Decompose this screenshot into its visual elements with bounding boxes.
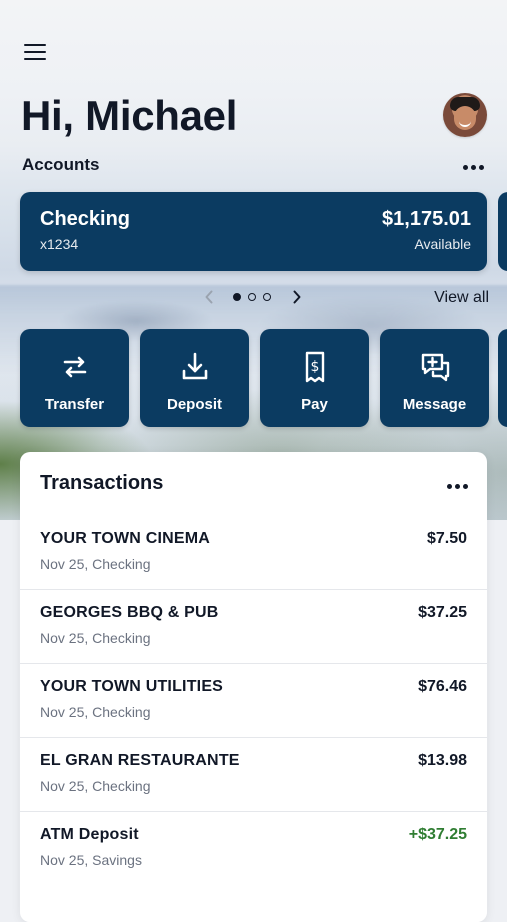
transaction-meta: Nov 25, Checking [40,556,151,572]
transaction-amount: $13.98 [418,752,467,769]
transaction-amount: +$37.25 [408,826,467,843]
more-dot-icon [463,484,468,489]
account-card-checking[interactable]: Checking x1234 $1,175.01 Available [20,192,487,271]
transaction-meta: Nov 25, Savings [40,852,142,868]
transaction-row[interactable]: YOUR TOWN UTILITIES Nov 25, Checking $76… [20,664,487,738]
menu-icon-line [24,58,46,60]
transaction-amount: $37.25 [418,604,467,621]
more-actions-peek[interactable] [498,329,507,427]
more-dot-icon [479,165,484,170]
svg-text:$: $ [310,359,319,375]
accounts-pager [200,288,310,308]
pay-label: Pay [301,396,328,413]
transaction-amount: $76.46 [418,678,467,695]
more-dot-icon [463,165,468,170]
transaction-merchant: GEORGES BBQ & PUB [40,604,219,621]
transfer-label: Transfer [44,396,105,413]
more-dot-icon [455,484,460,489]
accounts-title: Accounts [22,155,100,174]
transaction-meta: Nov 25, Checking [40,630,151,646]
pay-icon: $ [295,347,335,387]
transfer-icon [55,347,95,387]
transaction-meta: Nov 25, Checking [40,704,151,720]
transactions-more-button[interactable] [445,478,471,498]
transactions-title: Transactions [40,472,164,494]
deposit-icon [175,347,215,387]
transaction-merchant: EL GRAN RESTAURANTE [40,752,240,769]
more-dot-icon [447,484,452,489]
more-dot-icon [471,165,476,170]
view-all-link[interactable]: View all [434,289,489,307]
deposit-label: Deposit [166,396,222,413]
chevron-right-icon [293,290,301,304]
menu-icon-line [24,51,46,53]
pager-dot-3[interactable] [263,293,271,301]
pay-button[interactable]: $ Pay [260,329,369,427]
deposit-button[interactable]: Deposit [140,329,249,427]
menu-button[interactable] [24,44,46,62]
accounts-more-button[interactable] [461,157,487,177]
transaction-meta: Nov 25, Checking [40,778,151,794]
message-button[interactable]: Message [380,329,489,427]
next-account-card-peek[interactable] [498,192,507,271]
page-greeting: Hi, Michael [21,92,238,139]
message-label: Message [402,396,467,413]
account-mask: x1234 [40,236,79,252]
transaction-row[interactable]: GEORGES BBQ & PUB Nov 25, Checking $37.2… [20,590,487,664]
message-icon [415,347,455,387]
quick-actions: Transfer Deposit $ Pay Message [20,329,507,427]
transaction-amount: $7.50 [426,530,467,547]
transaction-merchant: YOUR TOWN CINEMA [40,530,211,547]
chevron-left-icon [205,290,213,304]
accounts-header: Accounts [22,155,487,179]
transactions-card: Transactions YOUR TOWN CINEMA Nov 25, Ch… [20,452,487,922]
scroll-fade [20,894,487,922]
pager-dot-1[interactable] [233,293,241,301]
transfer-button[interactable]: Transfer [20,329,129,427]
account-balance: $1,175.01 [382,208,471,230]
pager-prev-button[interactable] [200,288,218,306]
pager-dot-2[interactable] [248,293,256,301]
account-balance-label: Available [414,236,471,252]
transactions-list: YOUR TOWN CINEMA Nov 25, Checking $7.50 … [20,516,487,885]
avatar[interactable] [443,93,487,137]
transaction-row[interactable]: YOUR TOWN CINEMA Nov 25, Checking $7.50 [20,516,487,590]
menu-icon-line [24,44,46,46]
transaction-merchant: YOUR TOWN UTILITIES [40,678,224,695]
pager-next-button[interactable] [288,288,306,306]
account-name: Checking [40,208,131,230]
transaction-row[interactable]: EL GRAN RESTAURANTE Nov 25, Checking $13… [20,738,487,812]
transaction-row[interactable]: ATM Deposit Nov 25, Savings +$37.25 [20,812,487,885]
transaction-merchant: ATM Deposit [40,826,139,843]
